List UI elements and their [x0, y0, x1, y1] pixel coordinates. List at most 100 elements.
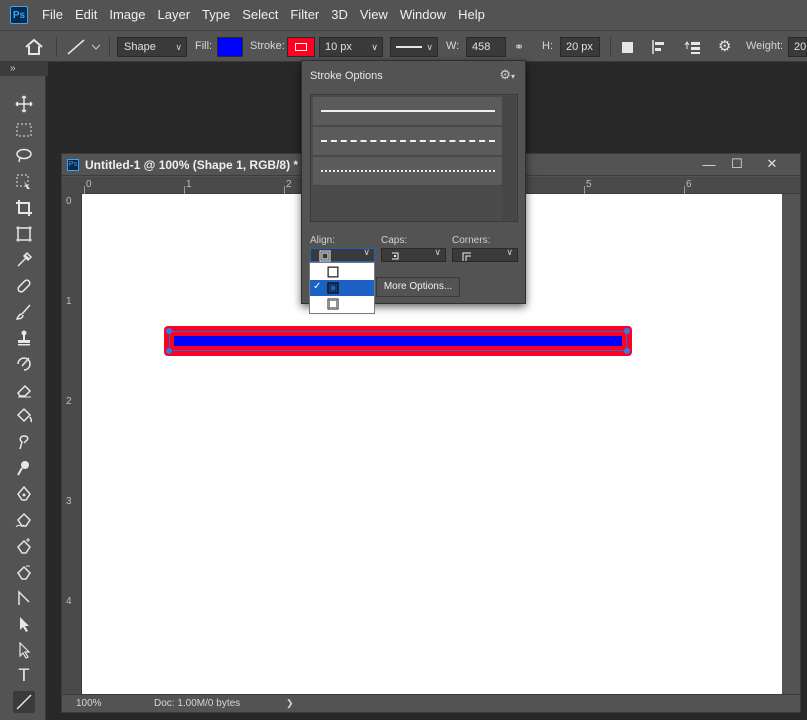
zoom-level[interactable]: 100%	[76, 698, 102, 709]
stroke-color-swatch[interactable]	[287, 37, 315, 57]
paint-bucket-tool-icon[interactable]	[13, 405, 35, 427]
pen-tool-icon[interactable]	[13, 483, 35, 505]
status-menu-arrow-icon[interactable]: ❯	[286, 698, 294, 709]
menu-select[interactable]: Select	[236, 0, 284, 30]
menu-file[interactable]: File	[36, 0, 69, 30]
curvature-pen-tool-icon[interactable]	[13, 587, 35, 609]
convert-point-tool-icon[interactable]	[13, 561, 35, 583]
brush-tool-icon[interactable]	[13, 301, 35, 323]
line-tool-icon[interactable]	[13, 691, 35, 713]
clone-stamp-tool-icon[interactable]	[13, 327, 35, 349]
fill-color-swatch[interactable]	[217, 37, 243, 57]
more-options-button[interactable]: More Options...	[376, 277, 460, 297]
stroke-width-field[interactable]: 10 px ∨	[319, 37, 383, 57]
direct-selection-tool-icon[interactable]	[13, 639, 35, 661]
corners-dropdown[interactable]: ∨	[452, 247, 518, 262]
path-alignment-icon[interactable]	[650, 37, 668, 57]
preset-scrollbar[interactable]	[502, 96, 516, 220]
history-brush-tool-icon[interactable]	[13, 353, 35, 375]
height-value: 20 px	[566, 41, 593, 53]
status-bar: 100% Doc: 1.00M/0 bytes ❯	[62, 694, 800, 712]
eraser-tool-icon[interactable]	[13, 379, 35, 401]
menu-3d[interactable]: 3D	[325, 0, 354, 30]
menu-bar: Ps File Edit Image Layer Type Select Filter 3D V…	[0, 0, 807, 30]
corners-label: Corners:	[452, 235, 491, 246]
dodge-tool-icon[interactable]	[13, 457, 35, 479]
object-selection-tool-icon[interactable]	[13, 171, 35, 193]
tool-mode-dropdown[interactable]: Shape ∨	[117, 37, 187, 57]
menu-type[interactable]: Type	[196, 0, 236, 30]
chevron-down-icon: ∨	[175, 42, 182, 52]
path-anchor-point[interactable]	[166, 328, 172, 334]
align-option-outside[interactable]	[310, 296, 374, 312]
home-icon[interactable]	[22, 37, 46, 57]
caps-label: Caps:	[381, 235, 408, 246]
minimize-button[interactable]: —	[694, 154, 724, 174]
lasso-tool-icon[interactable]	[13, 145, 35, 167]
close-button[interactable]: ✕	[757, 154, 787, 174]
fill-label: Fill:	[195, 40, 213, 52]
stroke-label: Stroke:	[250, 40, 285, 52]
ruler-origin[interactable]	[62, 177, 82, 194]
gear-icon[interactable]: ⚙	[718, 37, 736, 57]
chevron-down-icon: ∨	[426, 42, 433, 52]
width-field[interactable]: 458 px	[466, 37, 506, 71]
ruler-tick-label: 6	[686, 179, 692, 190]
document-ps-icon: Ps	[67, 158, 79, 171]
caps-dropdown[interactable]: ∨	[381, 247, 446, 262]
weight-label: Weight:	[746, 40, 784, 52]
frame-tool-icon[interactable]	[13, 223, 35, 245]
stroke-preset-dashed[interactable]	[313, 127, 503, 156]
ruler-tick-label: 3	[66, 496, 72, 507]
menu-edit[interactable]: Edit	[69, 0, 103, 30]
chevron-down-icon: ∨	[434, 247, 441, 257]
path-anchor-point[interactable]	[166, 348, 172, 354]
ruler-tick-label: 0	[66, 196, 72, 207]
stroke-type-dropdown[interactable]: ∨	[390, 37, 438, 57]
menu-filter[interactable]: Filter	[284, 0, 325, 30]
path-operations-icon[interactable]	[620, 37, 636, 57]
vertical-ruler[interactable]: 0 1 2 3 4	[62, 194, 82, 694]
link-icon[interactable]: ⚭	[514, 37, 532, 57]
width-label: W:	[446, 40, 460, 52]
marquee-tool-icon[interactable]	[13, 119, 35, 141]
toolbar-collapse-button[interactable]: »	[0, 62, 48, 76]
gear-icon[interactable]: ⚙▾	[499, 67, 515, 83]
ruler-tick-label: 0	[86, 179, 92, 190]
eyedropper-tool-icon[interactable]	[13, 249, 35, 271]
photoshop-logo-icon[interactable]: Ps	[10, 6, 28, 24]
weight-field[interactable]: 20 p	[788, 37, 807, 57]
healing-brush-tool-icon[interactable]	[13, 275, 35, 297]
path-arrangement-icon[interactable]	[683, 37, 703, 57]
menu-image[interactable]: Image	[103, 0, 151, 30]
menu-layer[interactable]: Layer	[152, 0, 197, 30]
menu-view[interactable]: View	[354, 0, 394, 30]
move-tool-icon[interactable]	[13, 93, 35, 115]
path-anchor-point[interactable]	[624, 328, 630, 334]
document-title: Untitled-1 @ 100% (Shape 1, RGB/8) *	[85, 157, 299, 172]
checkmark-icon: ✓	[313, 281, 322, 292]
stroke-preset-solid[interactable]	[313, 97, 503, 126]
height-field[interactable]: 20 px	[560, 37, 600, 57]
line-tool-preset-icon[interactable]	[64, 37, 104, 57]
add-anchor-point-tool-icon[interactable]	[13, 535, 35, 557]
tools-panel: T	[0, 76, 46, 720]
stroke-preset-dotted[interactable]	[313, 157, 503, 186]
type-tool-icon[interactable]: T	[13, 665, 35, 687]
align-dropdown[interactable]: ∨	[310, 247, 375, 262]
align-label: Align:	[310, 235, 336, 246]
document-size: Doc: 1.00M/0 bytes	[154, 698, 241, 709]
maximize-button[interactable]: ☐	[722, 154, 752, 174]
tool-mode-value: Shape	[124, 41, 156, 53]
path-selection-tool-icon[interactable]	[13, 613, 35, 635]
crop-tool-icon[interactable]	[13, 197, 35, 219]
stroke-preset-list	[310, 94, 518, 222]
align-option-inside[interactable]	[310, 264, 374, 280]
ruler-tick-label: 1	[66, 296, 72, 307]
menu-window[interactable]: Window	[394, 0, 452, 30]
freeform-pen-tool-icon[interactable]	[13, 509, 35, 531]
path-anchor-point[interactable]	[624, 348, 630, 354]
align-option-center[interactable]: ✓	[310, 280, 374, 296]
smudge-tool-icon[interactable]	[13, 431, 35, 453]
menu-help[interactable]: Help	[452, 0, 491, 30]
